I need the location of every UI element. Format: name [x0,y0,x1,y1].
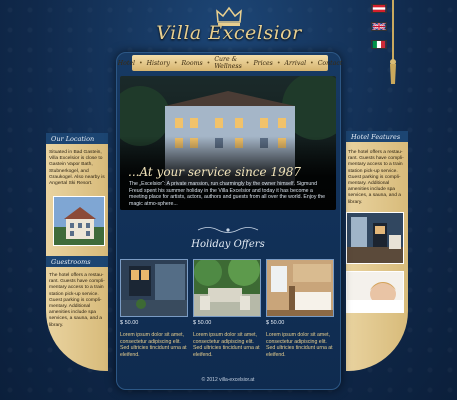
guestrooms-text: The hotel offers a restau-rant. Guests h… [49,273,105,328]
nav-separator: • [173,59,178,67]
room-thumbnail[interactable] [346,212,404,264]
holiday-offers-list: $ 50.00 Lorem ipsum dolor sit amet, cons… [120,259,336,358]
guest-thumbnail[interactable] [346,271,404,313]
offer-card[interactable]: $ 50.00 Lorem ipsum dolor sit amet, cons… [193,259,261,358]
hotel-features-text: The hotel offers a restau-rant. Guests h… [348,150,404,205]
site-logo[interactable]: Villa Excelsior [120,22,338,44]
guest-thumbnail-image [347,272,403,312]
ornament-divider-icon [197,227,259,233]
austria-flag-icon[interactable] [371,4,387,13]
our-location-title: Our Location [51,134,95,143]
main-navigation: Hotel • History • Rooms • Cure & Wellnes… [118,55,342,71]
tassel-icon [390,0,396,84]
villa-thumbnail[interactable] [53,196,105,246]
holiday-offers-title: Holiday Offers [191,239,265,250]
offer-image-terrace [194,260,260,316]
offer-card[interactable]: $ 50.00 Lorem ipsum dolor sit amet, cons… [266,259,334,358]
footer-copyright: © 2012 villa-excelsior.at [201,377,255,383]
nav-item-hotel[interactable]: Hotel [116,60,137,67]
hotel-features-heading: Hotel Features [346,131,408,142]
offer-card[interactable]: $ 50.00 Lorem ipsum dolor sit amet, cons… [120,259,188,358]
hero-tagline: ...At your service since 1987 [128,165,301,179]
nav-separator: • [138,59,143,67]
offer-description: Lorem ipsum dolor sit amet, consectetur … [120,332,187,358]
nav-separator: • [245,59,250,67]
offer-price: $ 50.00 [266,320,285,326]
our-location-heading: Our Location [46,133,108,144]
language-flags [371,3,387,57]
hotel-features-title: Hotel Features [351,132,401,141]
nav-item-prices[interactable]: Prices [251,60,274,67]
guestrooms-heading: Guestrooms [46,256,108,267]
nav-separator: • [206,59,211,67]
uk-flag-icon[interactable] [371,22,387,31]
offer-description: Lorem ipsum dolor sit amet, consectetur … [193,332,260,358]
nav-item-arrival[interactable]: Arrival [283,60,309,67]
italy-flag-icon[interactable] [371,40,387,49]
our-location-text: Situated in Bad Gastein, Villa Excelsior… [49,150,105,187]
offer-image[interactable] [266,259,334,317]
offer-image-balcony [121,260,187,316]
offer-description: Lorem ipsum dolor sit amet, consectetur … [266,332,333,358]
offer-image-bedroom [267,260,333,316]
hero-description: The „Excelsior“: A private mansion, run … [129,181,326,207]
offer-image[interactable] [193,259,261,317]
nav-separator: • [276,59,281,67]
nav-item-history[interactable]: History [145,60,172,67]
nav-item-contact[interactable]: Contact [316,60,345,67]
room-thumbnail-image [347,213,403,263]
offer-price: $ 50.00 [120,320,139,326]
nav-item-cure-wellness[interactable]: Cure & Wellness [212,56,243,70]
offer-image[interactable] [120,259,188,317]
villa-thumbnail-image [54,197,104,245]
offer-price: $ 50.00 [193,320,212,326]
nav-item-rooms[interactable]: Rooms [180,60,205,67]
nav-separator: • [310,59,314,67]
guestrooms-title: Guestrooms [51,257,91,266]
